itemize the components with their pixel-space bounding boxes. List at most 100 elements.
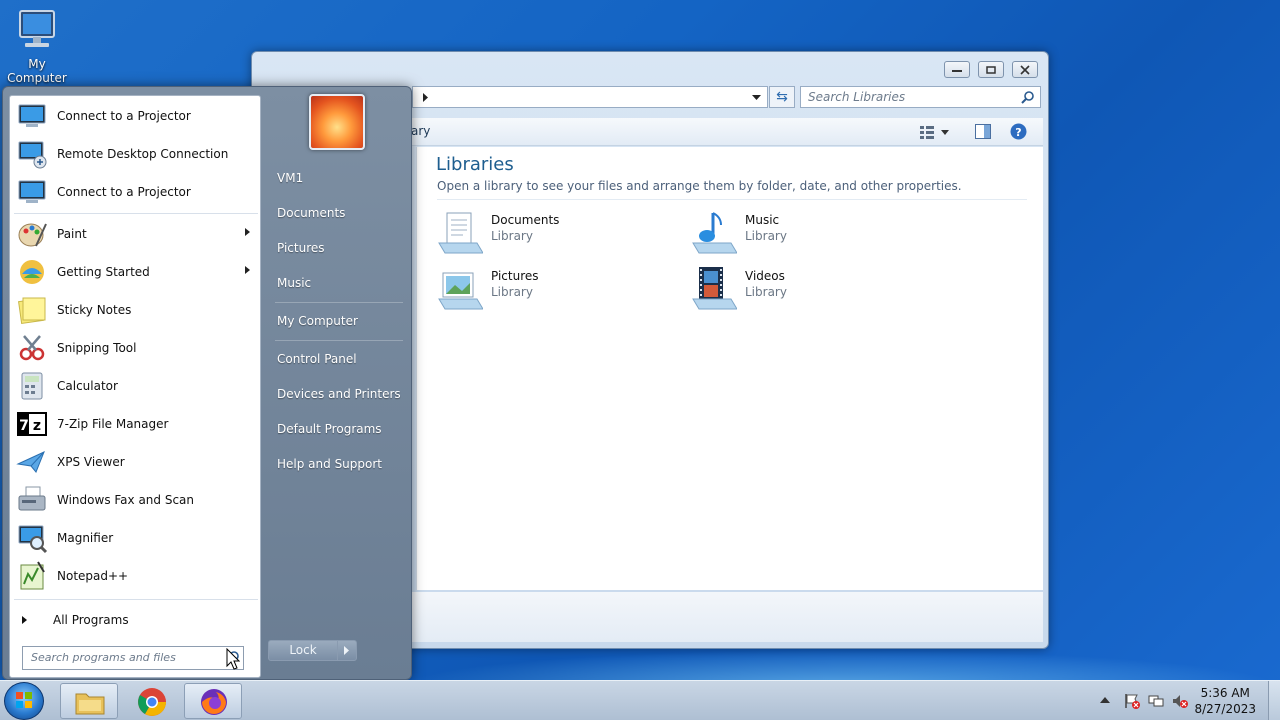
program-item[interactable]: Getting Started [14,254,258,290]
program-label: Getting Started [57,265,150,279]
program-item[interactable]: Magnifier [14,520,258,556]
address-bar[interactable] [412,86,768,108]
program-item[interactable]: Connect to a Projector [14,174,258,210]
volume-muted-icon[interactable] [1172,693,1188,709]
library-name: Pictures [491,269,539,283]
chevron-right-icon [344,646,349,655]
system-clock[interactable]: 5:36 AM 8/27/2023 [1194,685,1256,717]
search-icon [1021,91,1034,104]
address-dropdown-icon[interactable] [752,95,761,101]
toolbar-partial-text: ary [411,124,431,138]
taskbar-chrome-button[interactable] [122,683,180,719]
clock-date: 8/27/2023 [1194,702,1256,716]
help-icon[interactable]: ? [1010,123,1027,140]
all-programs-label: All Programs [53,613,129,627]
program-item[interactable]: Notepad++ [14,558,258,594]
program-item[interactable]: Calculator [14,368,258,404]
network-icon[interactable] [1148,693,1164,709]
magnifier-icon [18,525,48,554]
svg-text:7: 7 [19,418,29,434]
program-item[interactable]: Connect to a Projector [14,98,258,134]
program-item[interactable]: Sticky Notes [14,292,258,328]
desktop-icon-label: My Computer [7,57,67,85]
7zip-icon: 7 z [17,412,47,436]
documents-library-icon [438,212,483,254]
start-right-item-default-programs[interactable]: Default Programs [277,422,382,436]
projector-icon [18,180,46,203]
computer-icon [19,10,55,47]
taskbar: 5:36 AM 8/27/2023 [0,680,1280,720]
program-label: Paint [57,227,87,241]
refresh-icon: ⇆ [776,89,788,105]
command-bar: ary ? [411,118,1043,146]
library-type: Library [491,285,533,299]
refresh-button[interactable]: ⇆ [769,86,795,108]
program-label: Remote Desktop Connection [57,147,229,161]
library-name: Music [745,213,780,227]
program-item[interactable]: Paint [14,216,258,252]
library-name: Videos [745,269,785,283]
program-label: Notepad++ [57,569,129,583]
mouse-cursor-icon [226,648,240,670]
shutdown-options-button[interactable] [337,640,357,661]
library-videos[interactable]: Videos Library [691,265,871,313]
library-music[interactable]: Music Library [691,209,871,257]
sticky-notes-icon [18,297,46,324]
preview-pane-icon[interactable] [975,124,991,139]
library-name: Documents [491,213,560,227]
divider [275,302,403,303]
notepadpp-icon [20,561,45,590]
start-right-item-documents[interactable]: Documents [277,206,345,220]
minimize-button[interactable] [944,61,970,78]
search-libraries-placeholder: Search Libraries [808,90,906,104]
start-right-item-vm1[interactable]: VM1 [277,171,303,185]
close-button[interactable] [1012,61,1038,78]
start-right-item-music[interactable]: Music [277,276,311,290]
calculator-icon [21,372,43,400]
program-label: Snipping Tool [57,341,137,355]
desktop-icon-my-computer[interactable]: My Computer [6,8,68,85]
submenu-arrow-icon[interactable] [245,266,250,274]
show-desktop-button[interactable] [1268,681,1280,720]
start-button[interactable] [4,682,44,720]
minimize-icon [952,69,962,72]
firefox-icon [201,689,227,715]
action-center-flag-icon[interactable] [1124,693,1140,709]
taskbar-explorer-button[interactable] [60,683,118,719]
lock-button[interactable]: Lock [268,640,338,661]
projector-icon [18,104,46,127]
remote-desktop-icon [18,141,47,169]
show-hidden-icons-icon[interactable] [1100,696,1116,712]
start-right-item-devices-printers[interactable]: Devices and Printers [277,387,401,401]
start-right-item-control-panel[interactable]: Control Panel [277,352,357,366]
music-library-icon [692,212,737,254]
xps-viewer-icon [16,451,45,473]
user-picture[interactable] [309,94,365,150]
search-programs-placeholder: Search programs and files [31,651,176,664]
program-label: Calculator [57,379,118,393]
page-title: Libraries [436,154,514,175]
program-item[interactable]: Snipping Tool [14,330,258,366]
submenu-arrow-icon[interactable] [245,228,250,236]
all-programs-button[interactable]: All Programs [14,608,258,632]
program-item[interactable]: 7 z 7-Zip File Manager [14,406,258,442]
start-right-item-my-computer[interactable]: My Computer [277,314,358,328]
details-pane [412,592,1043,642]
change-view-icon[interactable] [920,125,950,139]
library-pictures[interactable]: Pictures Library [437,265,617,313]
search-libraries-input[interactable]: Search Libraries [800,86,1041,108]
program-label: Connect to a Projector [57,185,191,199]
program-label: Connect to a Projector [57,109,191,123]
library-documents[interactable]: Documents Library [437,209,617,257]
program-item[interactable]: Windows Fax and Scan [14,482,258,518]
taskbar-firefox-button[interactable] [184,683,242,719]
start-right-item-help-support[interactable]: Help and Support [277,457,382,471]
close-icon [1020,64,1030,75]
program-item[interactable]: Remote Desktop Connection [14,136,258,172]
start-right-item-pictures[interactable]: Pictures [277,241,325,255]
search-programs-input[interactable]: Search programs and files [22,646,244,670]
maximize-button[interactable] [978,61,1004,78]
program-label: 7-Zip File Manager [57,417,169,431]
program-item[interactable]: XPS Viewer [14,444,258,480]
start-menu: Connect to a Projector Remote Desktop Co… [2,86,412,680]
